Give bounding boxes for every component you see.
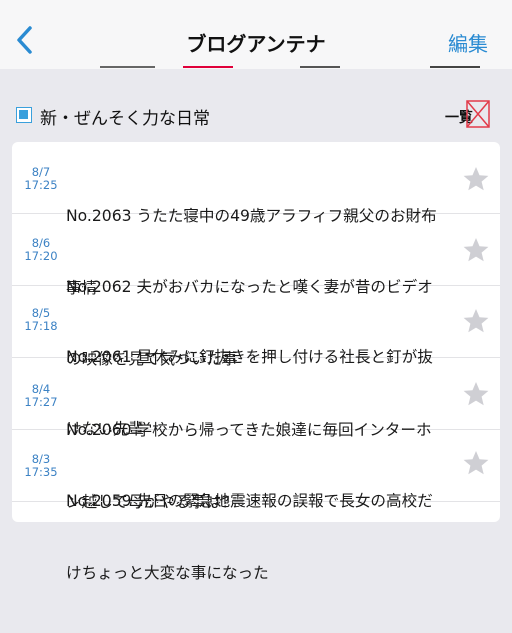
thumbnail-edge	[430, 66, 480, 68]
star-icon[interactable]	[462, 307, 490, 335]
entry-date: 8/5 17:18	[24, 307, 58, 333]
star-icon[interactable]	[462, 236, 490, 264]
entry-title-line: No.2059 先日の緊急地震速報の誤報で長女の高校だ	[66, 492, 433, 510]
entry-time: 17:20	[24, 249, 58, 263]
entry-time: 17:35	[24, 465, 58, 479]
page-title: ブログアンテナ	[186, 32, 326, 56]
edit-button[interactable]: 編集	[448, 28, 488, 57]
entry-time: 17:18	[24, 319, 58, 333]
broken-image-icon[interactable]	[466, 100, 490, 128]
list-item[interactable]: 8/4 17:27 No.2060 学校から帰ってきた娘達に毎回インターホ ン越…	[12, 358, 500, 511]
thumbnail-edge	[183, 66, 233, 68]
checkbox-icon[interactable]	[16, 107, 32, 123]
thumbnail-edge	[100, 66, 155, 68]
list-item[interactable]: 8/7 17:25 No.2063 うたた寝中の49歳アラフィフ親父のお財布 事…	[12, 142, 500, 297]
star-icon[interactable]	[462, 380, 490, 408]
entry-title-line: けちょっと大変な事になった	[66, 564, 269, 582]
navigation-bar: ブログアンテナ 編集	[0, 0, 512, 67]
entry-date: 8/3 17:35	[24, 453, 58, 479]
thumbnail-strip-edge	[0, 66, 512, 69]
list-item[interactable]: 8/6 17:20 No.2062 夫がおバカになったと嘆く妻が昔のビデオ の映…	[12, 214, 500, 368]
blog-section-header: 新・ぜんそく力な日常 一覧	[4, 90, 508, 138]
entry-date: 8/6 17:20	[24, 237, 58, 263]
entry-date: 8/4 17:27	[24, 383, 58, 409]
article-list: 8/7 17:25 No.2063 うたた寝中の49歳アラフィフ親父のお財布 事…	[12, 142, 500, 582]
star-icon[interactable]	[462, 165, 490, 193]
list-item[interactable]: 8/3 17:35 No.2059 先日の緊急地震速報の誤報で長女の高校だ けち…	[12, 430, 500, 582]
entry-date: 8/7 17:25	[24, 166, 58, 192]
star-icon[interactable]	[462, 449, 490, 477]
thumbnail-edge	[300, 66, 340, 68]
list-item[interactable]: 8/5 17:18 No.2061 昼休みに釘抜きを押し付ける社長と釘が抜 けな…	[12, 286, 500, 438]
entry-time: 17:27	[24, 395, 58, 409]
entry-title: No.2059 先日の緊急地震速報の誤報で長女の高校だ けちょっと大変な事になっ…	[66, 441, 461, 633]
blog-title[interactable]: 新・ぜんそく力な日常	[40, 104, 210, 129]
entry-time: 17:25	[24, 178, 58, 192]
